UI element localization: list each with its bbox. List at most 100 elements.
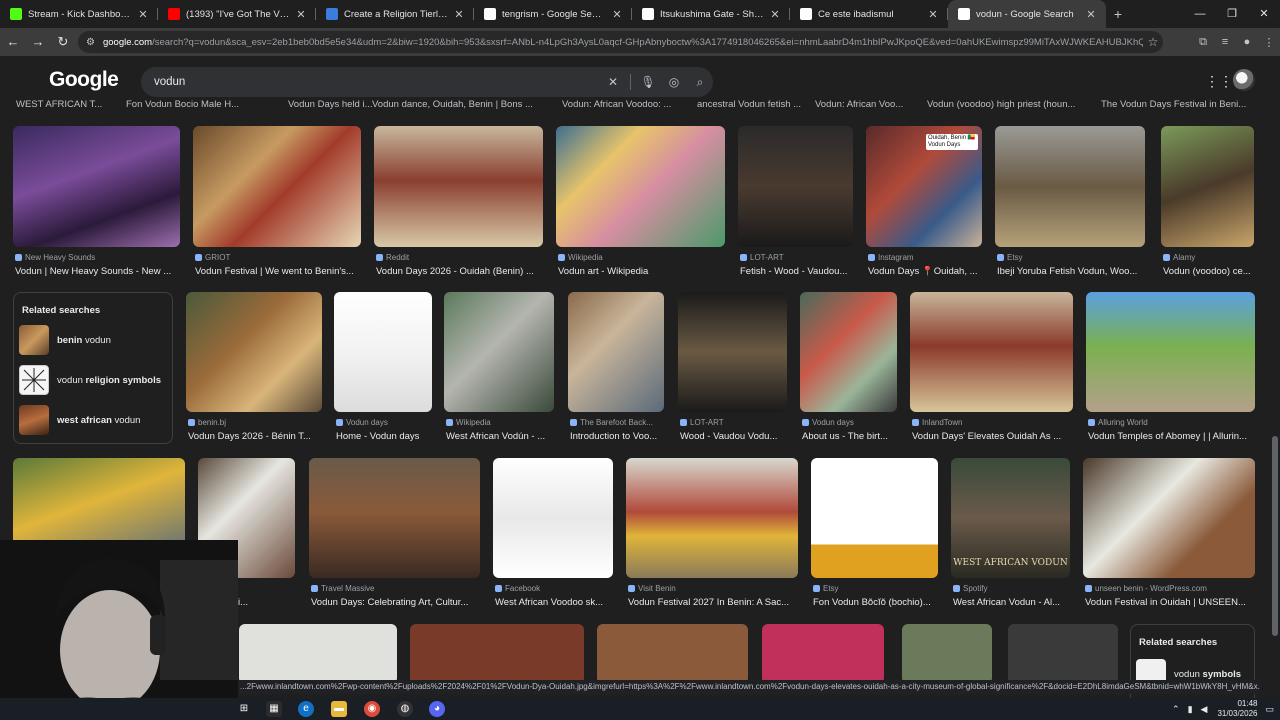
search-input[interactable]: vodun xyxy=(154,76,600,88)
result-title[interactable]: Fon Vodun Bŏcĭŏ (bochio)... xyxy=(813,597,938,608)
result-title[interactable]: Vodun Days 2026 - Bénin T... xyxy=(188,431,322,442)
profile-icon[interactable]: ● xyxy=(1236,36,1258,48)
image-thumbnail[interactable] xyxy=(910,292,1073,412)
image-thumbnail[interactable] xyxy=(193,126,361,247)
notifications-icon[interactable]: ▭ xyxy=(1265,704,1274,715)
new-tab-button[interactable]: + xyxy=(1106,6,1130,22)
close-icon[interactable]: ✕ xyxy=(768,8,782,21)
image-result-card[interactable]: The Barefoot Back... Introduction to Voo.… xyxy=(568,292,664,446)
result-source[interactable]: LOT-ART xyxy=(680,418,787,427)
image-thumbnail[interactable] xyxy=(597,624,748,684)
tab-4[interactable]: Itsukushima Gate - Shinto - Wi ✕ xyxy=(632,0,790,28)
result-source[interactable]: Spotify xyxy=(953,584,1070,593)
image-thumbnail[interactable] xyxy=(13,126,180,247)
search-icon[interactable]: ⌕ xyxy=(687,75,713,90)
image-result-card[interactable]: Spotify West African Vodun - Al... WEST AF… xyxy=(951,458,1070,612)
result-title[interactable]: Fetish - Wood - Vaudou... xyxy=(740,266,853,277)
page-scrollbar[interactable] xyxy=(1270,56,1280,698)
cut-off-title[interactable]: ancestral Vodun fetish ... xyxy=(697,99,801,110)
close-icon[interactable]: ✕ xyxy=(136,8,150,21)
result-source[interactable]: benin.bj xyxy=(188,418,322,427)
image-result-card[interactable]: Instagram Vodun Days 📍Ouidah, ... Ouidah, … xyxy=(866,126,982,281)
tab-6[interactable]: vodun - Google Search ✕ xyxy=(948,0,1106,28)
close-icon[interactable]: ✕ xyxy=(926,8,940,21)
image-result-card[interactable]: unseen benin - WordPress.com Vodun Festiv… xyxy=(1083,458,1255,612)
cut-off-title[interactable]: Vodun: African Voo... xyxy=(815,99,903,110)
search-box[interactable]: vodun ✕ 🎙 ◎ ⌕ xyxy=(141,67,713,97)
image-result-card[interactable]: Travel Massive Vodun Days: Celebrating Ar… xyxy=(309,458,480,612)
close-icon[interactable]: ✕ xyxy=(1084,8,1098,21)
image-result-card[interactable]: GRIOT Vodun Festival | We went to Benin's… xyxy=(193,126,361,281)
image-thumbnail[interactable] xyxy=(902,624,992,684)
network-icon[interactable]: ▮ xyxy=(1188,704,1193,715)
image-result-card[interactable]: Visit Benin Vodun Festival 2027 In Benin:… xyxy=(626,458,798,612)
image-result-card[interactable]: Reddit Vodun Days 2026 - Ouidah (Benin) .… xyxy=(374,126,543,281)
result-source[interactable]: GRIOT xyxy=(195,253,361,262)
image-thumbnail[interactable] xyxy=(334,292,432,412)
tab-3[interactable]: tengrism - Google Search ✕ xyxy=(474,0,632,28)
microphone-icon[interactable]: 🎙 xyxy=(635,75,661,89)
minimize-button[interactable]: — xyxy=(1184,0,1216,28)
tab-5[interactable]: Ce este ibadismul ✕ xyxy=(790,0,948,28)
close-icon[interactable]: ✕ xyxy=(610,8,624,21)
close-icon[interactable]: ✕ xyxy=(294,8,308,21)
image-thumbnail[interactable] xyxy=(410,624,584,684)
chrome-icon[interactable]: ◉ xyxy=(364,701,380,717)
site-info-icon[interactable]: ⚙ xyxy=(86,37,95,48)
image-thumbnail[interactable] xyxy=(811,458,938,578)
reading-list-icon[interactable]: ≡ xyxy=(1214,36,1236,48)
scrollbar-thumb[interactable] xyxy=(1272,436,1278,636)
image-thumbnail[interactable] xyxy=(1083,458,1255,578)
image-thumbnail[interactable] xyxy=(556,126,725,247)
tab-1[interactable]: (1393) "I've Got The Victory" Su ✕ xyxy=(158,0,316,28)
image-result-card[interactable]: LOT-ART Fetish - Wood - Vaudou... xyxy=(738,126,853,281)
avatar[interactable] xyxy=(1233,69,1255,91)
cut-off-title[interactable]: The Vodun Days Festival in Beni... xyxy=(1101,99,1246,110)
result-title[interactable]: Vodun art - Wikipedia xyxy=(558,266,725,277)
result-title[interactable]: West African Vodún - ... xyxy=(446,431,554,442)
image-result-card[interactable]: New Heavy Sounds Vodun | New Heavy Sounds… xyxy=(13,126,180,281)
result-source[interactable]: Alluring World xyxy=(1088,418,1255,427)
tab-2[interactable]: Create a Religion Tierlist Tier Li ✕ xyxy=(316,0,474,28)
result-title[interactable]: West African Voodoo sk... xyxy=(495,597,613,608)
result-title[interactable]: Vodun | New Heavy Sounds - New ... xyxy=(15,266,180,277)
google-logo[interactable]: Google xyxy=(49,68,119,92)
result-source[interactable]: Wikipedia xyxy=(446,418,554,427)
image-result-card[interactable]: benin.bj Vodun Days 2026 - Bénin T... xyxy=(186,292,322,446)
image-thumbnail[interactable] xyxy=(626,458,798,578)
back-icon[interactable]: ← xyxy=(1,30,25,54)
result-title[interactable]: Vodun Days 📍Ouidah, ... xyxy=(868,266,982,277)
reload-icon[interactable]: ↻ xyxy=(51,30,75,54)
related-search-religion-symbols[interactable]: vodun religion symbols xyxy=(19,365,169,395)
image-thumbnail[interactable] xyxy=(738,126,853,247)
result-source[interactable]: Visit Benin xyxy=(628,584,798,593)
result-source[interactable]: InlandTown xyxy=(912,418,1073,427)
chevron-up-icon[interactable]: ⌃ xyxy=(1172,704,1180,715)
result-source[interactable]: Etsy xyxy=(813,584,938,593)
cut-off-title[interactable]: Vodun (voodoo) high priest (houn... xyxy=(927,99,1075,110)
cut-off-title[interactable]: Vodun: African Voodoo: ... xyxy=(562,99,671,110)
address-bar[interactable]: ⚙ google.com/search?q=vodun&sca_esv=2eb1… xyxy=(78,31,1163,53)
cut-off-title[interactable]: Vodun Days held i... xyxy=(288,99,373,110)
close-window-button[interactable]: ✕ xyxy=(1248,0,1280,28)
image-result-card[interactable]: Wikipedia Vodun art - Wikipedia xyxy=(556,126,725,281)
cut-off-title[interactable]: Fon Vodun Bocio Male H... xyxy=(126,99,239,110)
edge-icon[interactable]: e xyxy=(298,701,314,717)
result-source[interactable]: Vodun days xyxy=(336,418,432,427)
image-result-card[interactable]: LOT-ART Wood - Vaudou Vodu... xyxy=(678,292,787,446)
close-icon[interactable]: ✕ xyxy=(452,8,466,21)
result-source[interactable]: New Heavy Sounds xyxy=(15,253,180,262)
result-source[interactable]: Alamy xyxy=(1163,253,1254,262)
result-title[interactable]: Vodun Festival 2027 In Benin: A Sac... xyxy=(628,597,798,608)
image-result-card[interactable]: Alamy Vodun (voodoo) ce... xyxy=(1161,126,1254,281)
lens-icon[interactable]: ◎ xyxy=(661,75,687,89)
result-title[interactable]: Home - Vodun days xyxy=(336,431,432,442)
result-source[interactable]: The Barefoot Back... xyxy=(570,418,664,427)
result-title[interactable]: About us - The birt... xyxy=(802,431,897,442)
result-source[interactable]: Facebook xyxy=(495,584,613,593)
result-source[interactable]: LOT-ART xyxy=(740,253,853,262)
obs-icon[interactable]: ◍ xyxy=(397,701,413,717)
result-source[interactable]: Reddit xyxy=(376,253,543,262)
apps-grid-icon[interactable]: ⋮⋮ xyxy=(1205,73,1233,90)
image-thumbnail[interactable] xyxy=(995,126,1145,247)
